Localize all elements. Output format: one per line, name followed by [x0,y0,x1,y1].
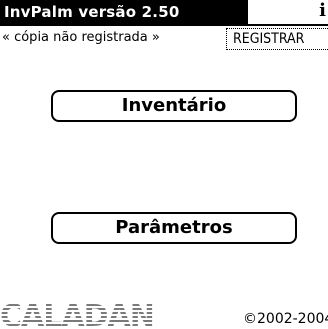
title-bar: InvPalm versão 2.50 i [0,0,328,26]
parameters-button[interactable]: Parâmetros [51,212,297,244]
copyright-text: ©2002-2004 [243,311,328,327]
svg-text:CALADAN: CALADAN [0,300,154,329]
register-button[interactable]: REGISTRAR [226,28,328,50]
unregistered-copy-label: « cópia não registrada » [2,30,160,45]
info-icon[interactable]: i [319,0,326,24]
app-title[interactable]: InvPalm versão 2.50 [0,0,248,24]
caladan-logo: CALADAN [0,300,160,329]
palm-screen: InvPalm versão 2.50 i « cópia não regist… [0,0,328,329]
inventory-button[interactable]: Inventário [51,90,297,122]
